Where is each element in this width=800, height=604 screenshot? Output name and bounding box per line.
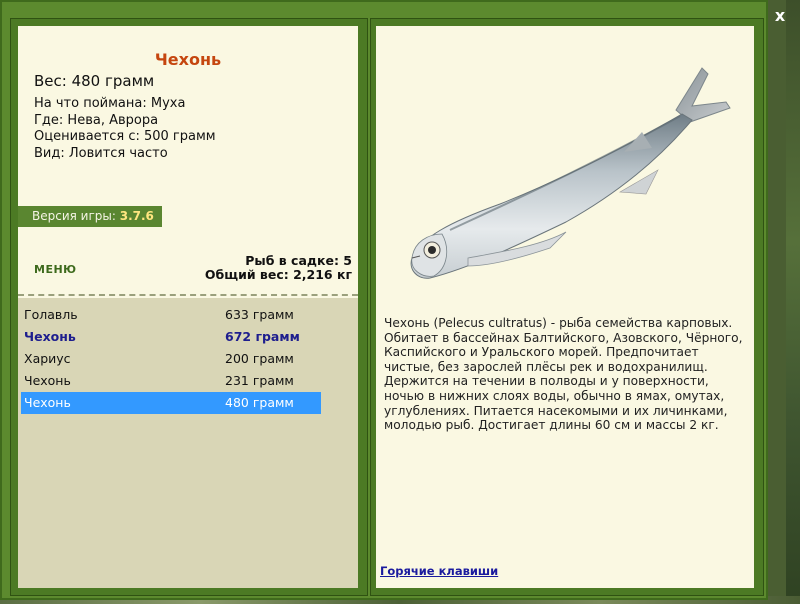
location-info: Где: Нева, Аврора: [34, 112, 159, 128]
version-number: 3.7.6: [119, 209, 154, 223]
fish-title: Чехонь: [154, 50, 222, 69]
list-item-name: Чехонь: [24, 373, 71, 388]
version-label: Версия игры:: [32, 209, 116, 223]
list-item-name: Чехонь: [24, 395, 71, 410]
list-item-weight: 200 грамм: [225, 351, 294, 366]
total-weight: Общий вес: 2,216 кг: [204, 267, 352, 282]
list-item-weight: 633 грамм: [225, 307, 294, 322]
divider: [18, 294, 358, 296]
list-item-name: Голавль: [24, 307, 78, 322]
list-item-selected[interactable]: Чехонь 480 грамм: [21, 392, 321, 414]
list-item-weight: 672 грамм: [225, 329, 300, 344]
list-item-weight: 231 грамм: [225, 373, 294, 388]
game-version-bar: Версия игры: 3.7.6: [18, 206, 162, 227]
fish-description-panel: Чехонь (Pelecus cultratus) - рыба семейс…: [376, 26, 754, 588]
menu-button[interactable]: МЕНЮ: [34, 263, 77, 276]
background-scene: [786, 0, 800, 604]
hotkeys-link[interactable]: Горячие клавиши: [380, 564, 498, 578]
valued-from-info: Оценивается с: 500 грамм: [34, 129, 216, 144]
list-item[interactable]: Голавль 633 грамм: [21, 304, 321, 326]
list-item[interactable]: Чехонь 231 грамм: [21, 370, 321, 392]
fish-image: [410, 67, 731, 279]
list-item-name: Чехонь: [24, 329, 76, 344]
close-button[interactable]: x: [770, 6, 790, 26]
fish-weight: Вес: 480 грамм: [34, 72, 155, 90]
fish-description: Чехонь (Pelecus cultratus) - рыба семейс…: [384, 316, 743, 433]
fish-count: Рыб в садке: 5: [245, 253, 352, 268]
caught-on-info: На что поймана: Муха: [34, 96, 186, 111]
fish-info-block: На что поймана: Муха Где: Нева, Аврора О…: [34, 96, 216, 162]
fish-details-panel: Чехонь Вес: 480 грамм На что поймана: Му…: [18, 26, 358, 588]
fish-list: Голавль 633 грамм Чехонь 672 грамм Хариу…: [18, 298, 358, 588]
list-item[interactable]: Чехонь 672 грамм: [21, 326, 321, 348]
frequency-info: Вид: Ловится часто: [34, 145, 168, 161]
list-item[interactable]: Хариус 200 грамм: [21, 348, 321, 370]
list-item-name: Хариус: [24, 351, 71, 366]
keep-net-stats: Рыб в садке: 5 Общий вес: 2,216 кг: [205, 254, 352, 282]
list-item-weight: 480 грамм: [225, 395, 294, 410]
